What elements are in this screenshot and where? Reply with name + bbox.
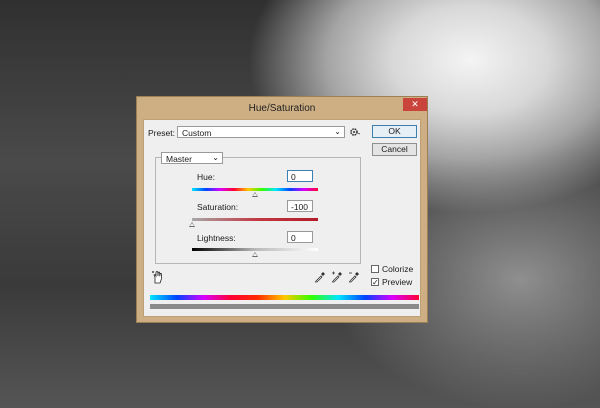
colorize-label: Colorize [382,264,414,274]
eyedropper-button[interactable] [314,271,326,285]
cancel-button[interactable]: Cancel [372,143,417,156]
title-bar[interactable]: Hue/Saturation ✕ [137,97,427,119]
chevron-down-icon: ⌄ [334,127,341,136]
close-icon: ✕ [411,99,419,109]
dialog-body: Preset: Custom ⌄ OK Cancel Master ⌄ Hue:… [143,119,421,317]
saturation-track [192,218,318,221]
saturation-label: Saturation: [197,202,239,212]
lightness-slider-thumb[interactable] [252,252,258,257]
preset-options-button[interactable] [349,126,361,138]
input-color-spectrum [150,295,419,300]
preview-label: Preview [382,277,413,287]
hand-adjust-icon [152,271,162,284]
eyedropper-plus-button[interactable] [331,271,343,285]
lightness-input[interactable]: 0 [287,231,313,243]
preset-value: Custom [182,128,212,138]
preset-label: Preset: [148,128,175,138]
colorize-checkbox[interactable] [371,265,379,273]
output-color-spectrum [150,304,419,309]
gear-icon [350,128,360,136]
channel-select[interactable]: Master ⌄ [161,152,223,164]
chevron-down-icon: ⌄ [212,153,219,162]
hue-label: Hue: [197,172,215,182]
on-image-adjust-tool[interactable] [151,270,165,284]
hue-slider-thumb[interactable] [252,192,258,197]
hue-saturation-dialog: Hue/Saturation ✕ Preset: Custom ⌄ OK Can… [136,96,428,323]
channel-value: Master [166,154,192,164]
eyedropper-minus-button[interactable] [348,271,360,285]
eyedropper-icon [314,272,325,283]
preview-checkbox[interactable]: ✓ [371,278,379,287]
eyedropper-minus-icon [348,272,359,283]
lightness-track [192,248,318,251]
preset-select[interactable]: Custom ⌄ [177,126,345,138]
saturation-input[interactable]: -100 [287,200,313,212]
hue-input[interactable]: 0 [287,170,313,182]
dialog-title: Hue/Saturation [248,103,316,114]
lightness-label: Lightness: [197,233,236,243]
saturation-slider-thumb[interactable] [189,222,195,227]
ok-button[interactable]: OK [372,125,417,138]
close-button[interactable]: ✕ [403,98,427,111]
hue-track [192,188,318,191]
eyedropper-plus-icon [331,271,342,283]
